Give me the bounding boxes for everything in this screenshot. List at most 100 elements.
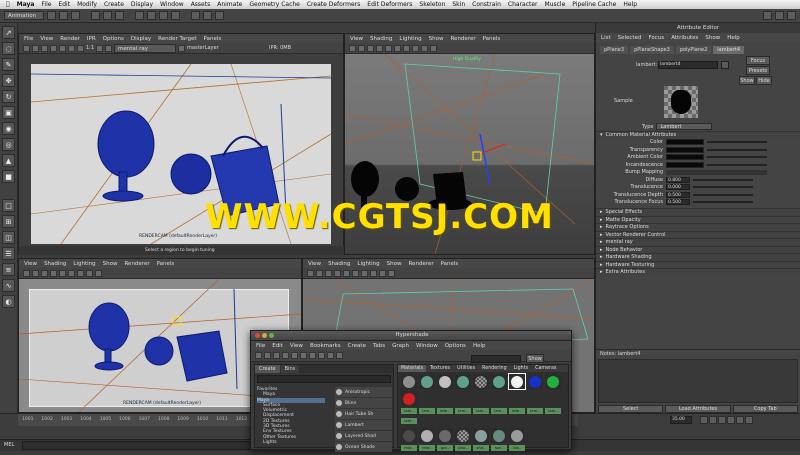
clear-graph-icon[interactable] bbox=[318, 352, 325, 359]
layout-single-icon[interactable]: □ bbox=[2, 199, 15, 212]
material-swatch[interactable] bbox=[437, 428, 453, 443]
remove-image-icon[interactable] bbox=[105, 44, 113, 52]
shadows-icon[interactable] bbox=[412, 44, 419, 52]
ae-menu-attributes[interactable]: Attributes bbox=[671, 35, 698, 41]
show-top-tabs-icon[interactable] bbox=[264, 352, 271, 359]
menu-assets[interactable]: Assets bbox=[191, 1, 211, 8]
isolate-icon[interactable] bbox=[421, 44, 428, 52]
material-swatch[interactable] bbox=[545, 374, 561, 389]
render-menu-view[interactable]: View bbox=[40, 36, 53, 42]
render-menu-ipr[interactable]: IPR bbox=[87, 36, 96, 42]
render-region-icon[interactable] bbox=[50, 44, 57, 52]
isolate-icon[interactable] bbox=[379, 269, 386, 277]
rgb-channel-icon[interactable] bbox=[68, 44, 75, 52]
ae-menu-selected[interactable]: Selected bbox=[618, 35, 642, 41]
menu-constrain[interactable]: Constrain bbox=[472, 1, 501, 8]
layout-side-icon[interactable]: ◫ bbox=[2, 231, 15, 244]
select-tool-icon[interactable]: ↗ bbox=[2, 26, 15, 39]
lights-icon[interactable] bbox=[77, 269, 84, 277]
hs-menu-options[interactable]: Options bbox=[445, 343, 466, 349]
material-swatch[interactable] bbox=[491, 374, 507, 389]
scale-tool-icon[interactable]: ▣ bbox=[2, 106, 15, 119]
tab-textures[interactable]: Textures bbox=[427, 365, 453, 372]
create-layered-shader[interactable]: Layered Shad bbox=[335, 431, 392, 441]
create-lambert[interactable]: Lambert bbox=[335, 420, 392, 430]
ae-menu-list[interactable]: List bbox=[601, 35, 611, 41]
tab-pplane3[interactable]: pPlane3 bbox=[600, 46, 629, 54]
toggle-create-bar-icon[interactable] bbox=[255, 352, 262, 359]
tr-menu-shading[interactable]: Shading bbox=[370, 36, 392, 42]
ipr-icon[interactable] bbox=[32, 44, 39, 52]
menu-pipeline-cache[interactable]: Pipeline Cache bbox=[572, 1, 616, 8]
menu-skeleton[interactable]: Skeleton bbox=[419, 1, 445, 8]
hs-menu-file[interactable]: File bbox=[256, 343, 265, 349]
layout-four-icon[interactable]: ⊞ bbox=[2, 215, 15, 228]
translucence-focus-field[interactable]: 0.500 bbox=[666, 199, 690, 206]
layout-hypershade-icon[interactable]: ◐ bbox=[2, 295, 15, 308]
render-menu-render[interactable]: Render bbox=[60, 36, 80, 42]
textured-icon[interactable] bbox=[68, 269, 75, 277]
smooth-shade-icon[interactable] bbox=[385, 44, 392, 52]
textured-icon[interactable] bbox=[352, 269, 359, 277]
render-settings-icon[interactable] bbox=[215, 11, 224, 20]
menu-character[interactable]: Character bbox=[508, 1, 538, 8]
material-swatch[interactable] bbox=[473, 428, 489, 443]
menu-display[interactable]: Display bbox=[131, 1, 153, 8]
br-menu-renderer[interactable]: Renderer bbox=[408, 261, 433, 267]
node-jump-icon[interactable] bbox=[721, 61, 729, 69]
menu-maya[interactable]: Maya bbox=[17, 1, 35, 8]
swatch-size-icon[interactable] bbox=[336, 352, 343, 359]
br-menu-lighting[interactable]: Lighting bbox=[357, 261, 379, 267]
show-bottom-tabs-icon[interactable] bbox=[273, 352, 280, 359]
section-node-behavior[interactable]: Node Behavior bbox=[596, 245, 800, 253]
smooth-shade-icon[interactable] bbox=[343, 269, 350, 277]
hs-menu-help[interactable]: Help bbox=[473, 343, 486, 349]
play-forward-icon[interactable] bbox=[727, 416, 735, 424]
menu-modify[interactable]: Modify bbox=[77, 1, 97, 8]
lock-camera-icon[interactable] bbox=[316, 269, 323, 277]
diffuse-slider[interactable] bbox=[693, 178, 753, 181]
section-common-material[interactable]: Common Material Attributes bbox=[596, 131, 800, 139]
type-dropdown[interactable]: Lambert bbox=[656, 123, 713, 130]
bl-menu-panels[interactable]: Panels bbox=[157, 261, 175, 267]
ipr-render-icon[interactable] bbox=[203, 11, 212, 20]
textured-icon[interactable] bbox=[394, 44, 401, 52]
tab-bins[interactable]: Bins bbox=[280, 365, 300, 373]
layout-graph-icon[interactable]: ∿ bbox=[2, 279, 15, 292]
snap-curve-icon[interactable] bbox=[147, 11, 156, 20]
toggle-attribute-editor-icon[interactable] bbox=[763, 11, 772, 20]
soft-mod-icon[interactable]: ◎ bbox=[2, 138, 15, 151]
render-menu-file[interactable]: File bbox=[24, 36, 33, 42]
render-menu-render-target[interactable]: Render Target bbox=[158, 36, 196, 42]
render-menu-panels[interactable]: Panels bbox=[204, 36, 222, 42]
select-component-icon[interactable] bbox=[115, 11, 124, 20]
menu-skin[interactable]: Skin bbox=[452, 1, 465, 8]
translucence-slider[interactable] bbox=[693, 186, 753, 189]
show-button-hs[interactable]: Show bbox=[526, 354, 544, 363]
shadows-icon[interactable] bbox=[370, 269, 377, 277]
tab-pplaneshape3[interactable]: pPlaneShape3 bbox=[630, 46, 674, 54]
menu-create-deformers[interactable]: Create Deformers bbox=[307, 1, 360, 8]
hs-menu-tabs[interactable]: Tabs bbox=[373, 343, 385, 349]
go-end-icon[interactable] bbox=[745, 416, 753, 424]
hs-menu-bookmarks[interactable]: Bookmarks bbox=[310, 343, 341, 349]
create-ocean-shader[interactable]: Ocean Shade bbox=[335, 442, 392, 452]
incandescence-swatch[interactable] bbox=[666, 161, 704, 168]
show-both-tabs-icon[interactable] bbox=[282, 352, 289, 359]
focus-button[interactable]: Focus bbox=[746, 56, 770, 65]
tab-create[interactable]: Create bbox=[255, 365, 280, 373]
tr-menu-show[interactable]: Show bbox=[429, 36, 444, 42]
hs-menu-window[interactable]: Window bbox=[416, 343, 438, 349]
menu-animate[interactable]: Animate bbox=[217, 1, 242, 8]
graph-input-icon[interactable] bbox=[291, 352, 298, 359]
hs-menu-edit[interactable]: Edit bbox=[272, 343, 283, 349]
create-hair-tube[interactable]: Hair Tube Sh bbox=[335, 409, 392, 419]
material-swatch[interactable] bbox=[401, 428, 417, 443]
grid-icon[interactable] bbox=[367, 44, 374, 52]
toggle-channel-box-icon[interactable] bbox=[787, 11, 796, 20]
br-menu-show[interactable]: Show bbox=[387, 261, 402, 267]
lock-camera-icon[interactable] bbox=[358, 44, 365, 52]
ae-menu-help[interactable]: Help bbox=[727, 35, 740, 41]
hs-menu-create[interactable]: Create bbox=[348, 343, 366, 349]
create-anisotropic[interactable]: Anisotropic bbox=[335, 387, 392, 397]
